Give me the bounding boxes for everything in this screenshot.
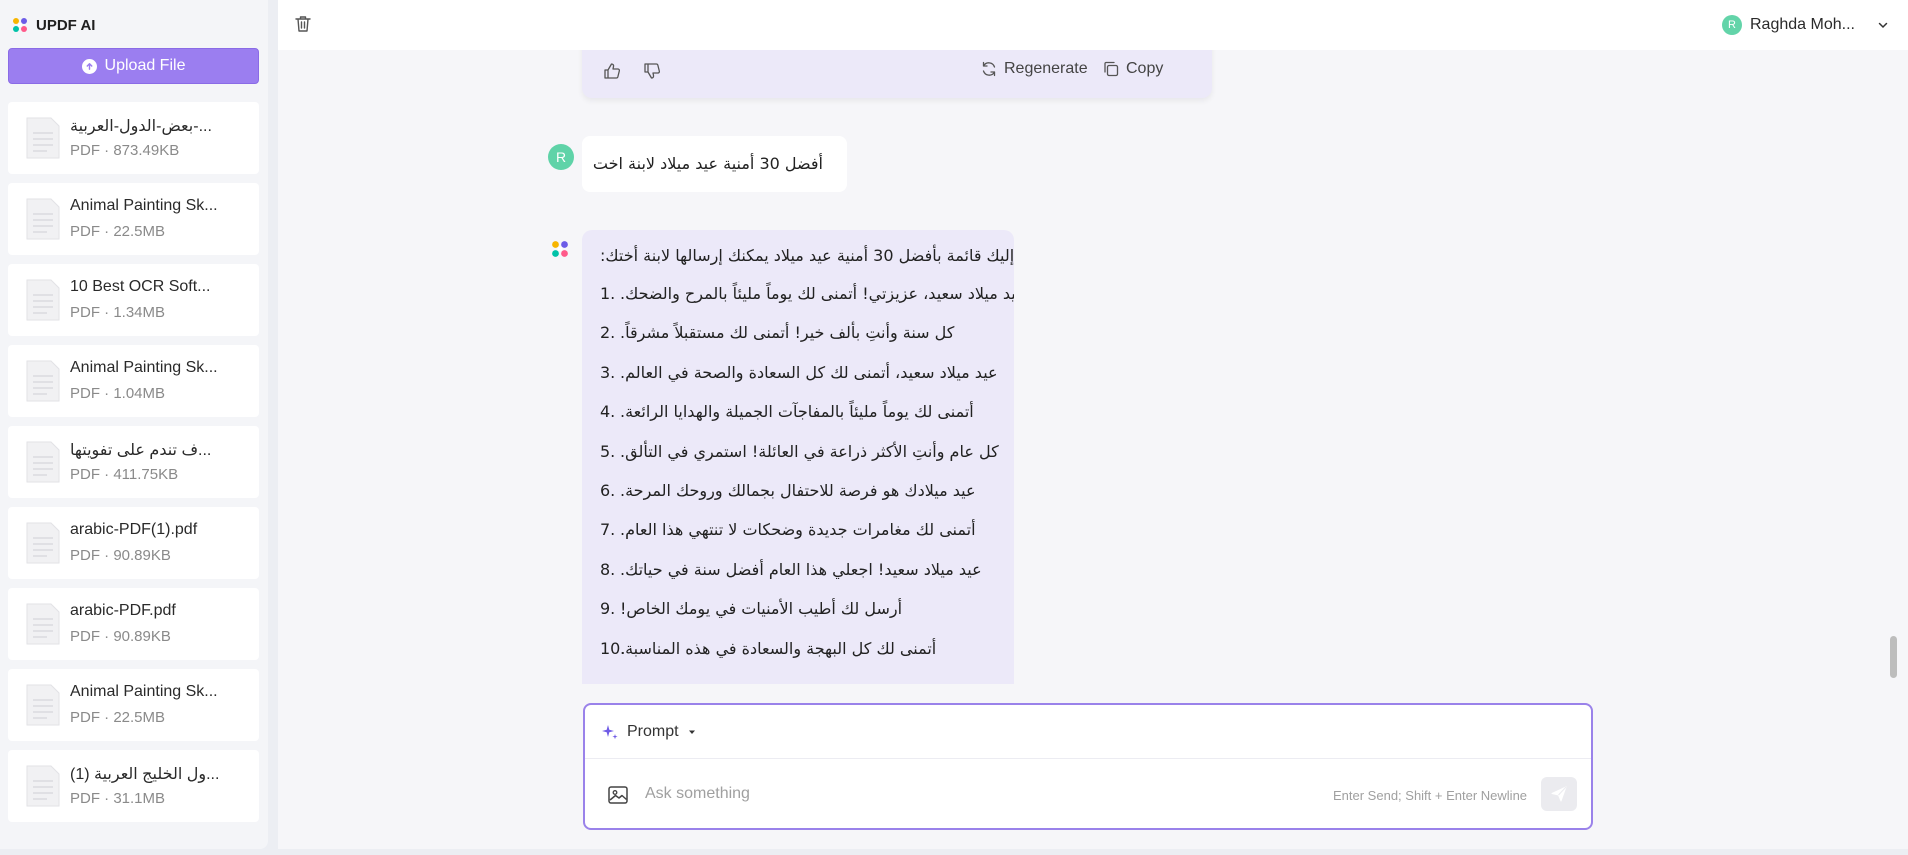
user-avatar: R	[1722, 15, 1742, 35]
pdf-file-icon	[26, 522, 60, 564]
list-item: 8. .عيد ميلاد سعيد! اجعلي هذا العام أفضل …	[600, 560, 982, 579]
ask-input[interactable]	[645, 780, 1285, 808]
chat-scrollbar[interactable]	[1890, 636, 1897, 678]
user-message-text: أفضل 30 أمنية عيد ميلاد لابنة اخت	[592, 154, 823, 173]
file-name: arabic-PDF.pdf	[70, 602, 176, 619]
list-item: 7. .أتمنى لك مغامرات جديدة وضحكات لا تنته…	[600, 520, 976, 539]
image-upload-icon[interactable]	[607, 784, 629, 806]
file-item[interactable]: 10 Best OCR Soft... PDF · 1.34MB	[8, 264, 259, 336]
copy-icon	[1104, 61, 1119, 77]
user-name: Raghda Moh...	[1750, 16, 1855, 33]
file-item[interactable]: arabic-PDF.pdf PDF · 90.89KB	[8, 588, 259, 660]
list-item: 5. .كل عام وأنتِ الأكثر ذراعة في العائلة!…	[600, 442, 999, 461]
file-name: Animal Painting Sk...	[70, 683, 218, 700]
send-icon	[1551, 786, 1567, 802]
pdf-file-icon	[26, 117, 60, 159]
file-name: ول الخليج العربية (1)...	[70, 766, 220, 783]
topbar: R Raghda Moh...	[278, 0, 1908, 50]
list-item: 2. .كل سنة وأنتِ بألف خير! أتمنى لك مستقب…	[600, 323, 955, 342]
file-meta: PDF · 873.49KB	[70, 142, 180, 159]
copy-label: Copy	[1126, 60, 1164, 77]
prompt-selector[interactable]: Prompt	[585, 705, 1591, 759]
file-meta: PDF · 90.89KB	[70, 547, 171, 564]
user-avatar: R	[548, 144, 574, 170]
chevron-down-icon	[1878, 22, 1888, 29]
upload-file-button[interactable]: Upload File	[8, 48, 259, 84]
copy-button[interactable]: Copy	[1102, 60, 1163, 78]
file-item[interactable]: Animal Painting Sk... PDF · 22.5MB	[8, 669, 259, 741]
file-name: Animal Painting Sk...	[70, 197, 218, 214]
thumbs-down-icon[interactable]	[642, 61, 662, 81]
pdf-file-icon	[26, 684, 60, 726]
main-panel: R Raghda Moh... Regenerate Copy R أفضل 3…	[278, 0, 1908, 849]
file-meta: PDF · 411.75KB	[70, 466, 179, 483]
prompt-label: Prompt	[627, 722, 679, 740]
file-item[interactable]: ف تندم على تفويتها... PDF · 411.75KB	[8, 426, 259, 498]
updf-ai-avatar-icon	[552, 241, 568, 257]
pdf-file-icon	[26, 603, 60, 645]
caret-down-icon	[688, 730, 695, 734]
list-item: 9. !أرسل لك أطيب الأمنيات في يومك الخاص	[600, 599, 903, 618]
refresh-icon	[982, 61, 996, 77]
input-row: Enter Send; Shift + Enter Newline	[585, 760, 1591, 828]
file-meta: PDF · 31.1MB	[70, 790, 166, 807]
send-button[interactable]	[1541, 777, 1577, 811]
file-item[interactable]: بعض-الدول-العربية-... PDF · 873.49KB	[8, 102, 259, 174]
pdf-file-icon	[26, 198, 60, 240]
brand: UPDF AI	[12, 14, 95, 36]
file-meta: PDF · 1.04MB	[70, 385, 166, 402]
composer: Prompt Enter Send; Shift + Enter Newline	[583, 703, 1593, 830]
file-name: Animal Painting Sk...	[70, 359, 218, 376]
trash-icon[interactable]	[292, 13, 314, 35]
sidebar: UPDF AI Upload File بعض-الدول-العربية-..…	[0, 0, 268, 849]
list-item: 3. .عيد ميلاد سعيد، أتمنى لك كل السعادة و…	[600, 363, 998, 382]
pdf-file-icon	[26, 441, 60, 483]
file-name: ف تندم على تفويتها...	[70, 442, 212, 459]
thumbs-up-icon[interactable]	[602, 61, 622, 81]
brand-title: UPDF AI	[36, 16, 96, 34]
list-item: 6. .عيد ميلادك هو فرصة للاحتفال بجمالك ور…	[600, 481, 976, 500]
updf-logo-icon	[13, 18, 27, 32]
file-item[interactable]: Animal Painting Sk... PDF · 22.5MB	[8, 183, 259, 255]
file-meta: PDF · 90.89KB	[70, 628, 171, 645]
file-meta: PDF · 22.5MB	[70, 223, 166, 240]
upload-file-label: Upload File	[104, 57, 186, 74]
file-name: arabic-PDF(1).pdf	[70, 521, 198, 538]
ai-response-bubble: :إليك قائمة بأفضل 30 أمنية عيد ميلاد يمك…	[582, 230, 1014, 684]
ai-response-intro: :إليك قائمة بأفضل 30 أمنية عيد ميلاد يمك…	[600, 246, 1014, 265]
pdf-file-icon	[26, 360, 60, 402]
file-name: 10 Best OCR Soft...	[70, 278, 211, 295]
file-meta: PDF · 22.5MB	[70, 709, 166, 726]
pdf-file-icon	[26, 279, 60, 321]
list-item: 4. .أتمنى لك يوماً مليئاً بالمفاجآت الجمي…	[600, 402, 974, 421]
file-name: بعض-الدول-العربية-...	[70, 118, 212, 135]
file-meta: PDF · 1.34MB	[70, 304, 166, 321]
regenerate-label: Regenerate	[1004, 60, 1088, 77]
file-item[interactable]: arabic-PDF(1).pdf PDF · 90.89KB	[8, 507, 259, 579]
regenerate-button[interactable]: Regenerate	[980, 60, 1088, 78]
list-item: 10. .أتمنى لك كل البهجة والسعادة في هذه ا…	[600, 639, 937, 658]
previous-answer-actions: Regenerate Copy	[582, 50, 1212, 98]
user-message-bubble: أفضل 30 أمنية عيد ميلاد لابنة اخت	[582, 136, 847, 192]
file-list: بعض-الدول-العربية-... PDF · 873.49KB Ani…	[8, 102, 259, 831]
send-hint: Enter Send; Shift + Enter Newline	[1333, 788, 1528, 803]
user-menu[interactable]: R Raghda Moh...	[1722, 14, 1889, 36]
file-item[interactable]: Animal Painting Sk... PDF · 1.04MB	[8, 345, 259, 417]
list-item: 1. .عيد ميلاد سعيد، عزيزتي! أتمنى لك يوما…	[600, 284, 1014, 303]
sparkle-icon	[602, 724, 618, 739]
pdf-file-icon	[26, 765, 60, 807]
upload-icon	[81, 58, 97, 74]
file-item[interactable]: ول الخليج العربية (1)... PDF · 31.1MB	[8, 750, 259, 822]
chat-area: Regenerate Copy R أفضل 30 أمنية عيد ميلا…	[278, 50, 1908, 684]
